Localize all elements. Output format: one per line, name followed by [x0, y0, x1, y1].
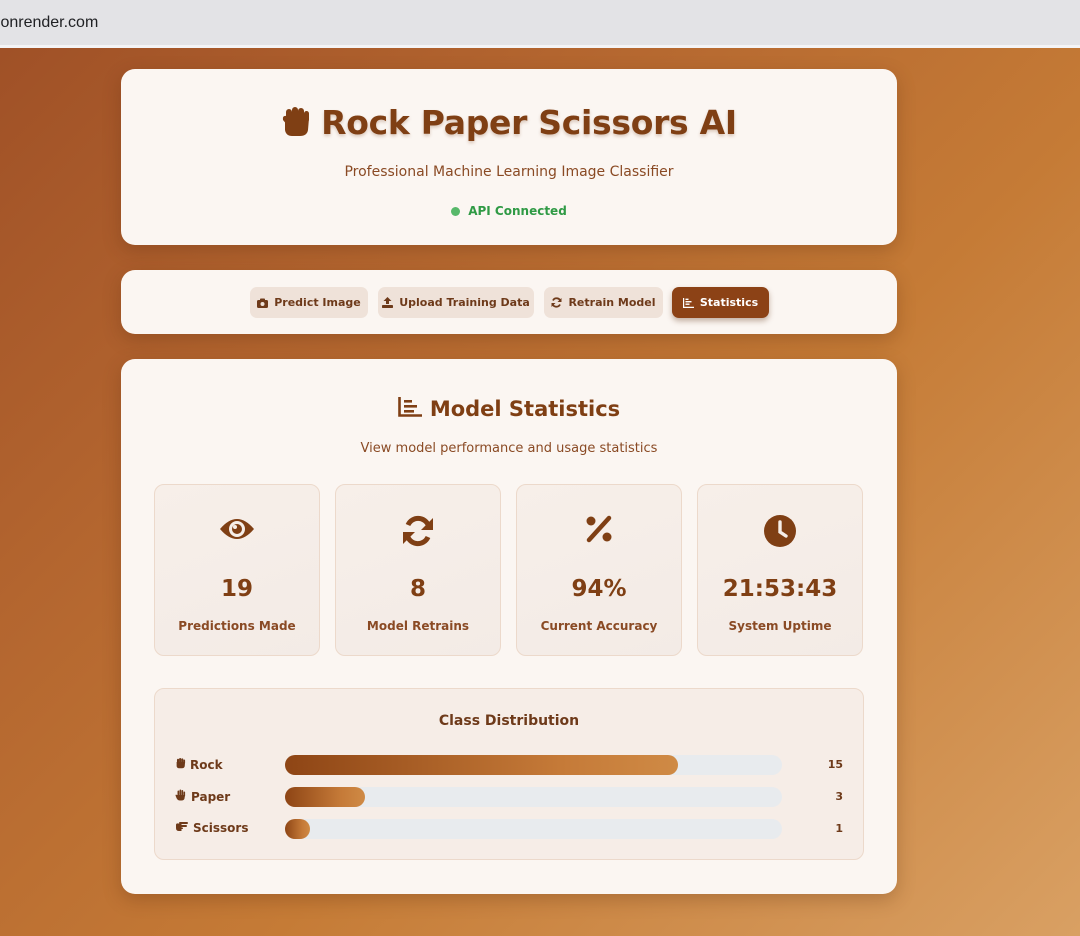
header-card: Rock Paper Scissors AI Professional Mach…	[121, 69, 897, 245]
chart-icon	[398, 397, 422, 421]
tab-upload-training-data[interactable]: Upload Training Data	[378, 287, 534, 318]
percent-icon	[585, 515, 613, 547]
distribution-bar	[285, 819, 310, 839]
url-text[interactable]: .onrender.com	[0, 14, 98, 32]
stat-card-retrains: 8 Model Retrains	[335, 484, 501, 656]
nav-card: Predict Image Upload Training Data Retra…	[121, 270, 897, 334]
app-subtitle: Professional Machine Learning Image Clas…	[344, 164, 674, 180]
distribution-row-rock: Rock 15	[155, 754, 863, 776]
distribution-bar	[285, 755, 678, 775]
refresh-icon	[551, 297, 562, 308]
distribution-bar	[285, 787, 365, 807]
app-title-row: Rock Paper Scissors AI	[121, 103, 897, 142]
status-text: API Connected	[468, 204, 567, 218]
distribution-label: Paper	[191, 789, 231, 804]
tab-retrain-model[interactable]: Retrain Model	[544, 287, 663, 318]
tab-statistics[interactable]: Statistics	[672, 287, 769, 318]
stat-value: 19	[220, 576, 253, 602]
class-distribution-panel: Class Distribution Rock 15 Paper 3 Sciss…	[154, 688, 864, 860]
distribution-count: 15	[827, 758, 843, 771]
tab-label: Statistics	[699, 296, 759, 309]
refresh-icon	[402, 515, 434, 551]
tab-label: Retrain Model	[568, 296, 656, 309]
section-title-row: Model Statistics	[121, 397, 897, 421]
distribution-label: Rock	[190, 757, 223, 772]
tab-label: Upload Training Data	[399, 296, 530, 309]
statistics-card: Model Statistics View model performance …	[121, 359, 897, 894]
distribution-row-paper: Paper 3	[155, 786, 863, 808]
distribution-count: 3	[835, 790, 843, 803]
fist-icon	[281, 104, 311, 142]
distribution-row-scissors: Scissors 1	[155, 818, 863, 840]
stat-label: System Uptime	[728, 619, 832, 633]
status-dot-icon	[451, 206, 461, 216]
hand-icon	[175, 789, 187, 804]
fist-icon	[175, 757, 186, 772]
clock-icon	[764, 515, 796, 551]
app-title: Rock Paper Scissors AI	[321, 103, 737, 142]
stat-card-predictions: 19 Predictions Made	[154, 484, 320, 656]
section-title: Model Statistics	[429, 397, 621, 421]
stat-value: 94%	[571, 576, 627, 602]
stat-value: 8	[409, 576, 426, 602]
tab-predict-image[interactable]: Predict Image	[250, 287, 368, 318]
stat-label: Current Accuracy	[540, 619, 658, 633]
tab-label: Predict Image	[274, 296, 361, 309]
distribution-track	[285, 755, 782, 775]
stat-label: Model Retrains	[366, 619, 470, 633]
distribution-count: 1	[835, 822, 843, 835]
section-subtitle: View model performance and usage statist…	[360, 441, 658, 456]
distribution-track	[285, 787, 782, 807]
upload-icon	[382, 297, 394, 308]
browser-address-bar[interactable]: .onrender.com	[0, 0, 1080, 48]
api-status: API Connected	[121, 204, 897, 218]
stat-card-accuracy: 94% Current Accuracy	[516, 484, 682, 656]
camera-icon	[257, 298, 269, 308]
stat-label: Predictions Made	[178, 619, 296, 633]
distribution-label: Scissors	[193, 821, 249, 835]
stat-card-uptime: 21:53:43 System Uptime	[697, 484, 863, 656]
chart-icon	[682, 297, 694, 308]
scissors-hand-icon	[175, 821, 189, 835]
eye-icon	[219, 515, 255, 547]
distribution-track	[285, 819, 782, 839]
stat-value: 21:53:43	[722, 576, 838, 602]
distribution-title: Class Distribution	[438, 713, 580, 729]
